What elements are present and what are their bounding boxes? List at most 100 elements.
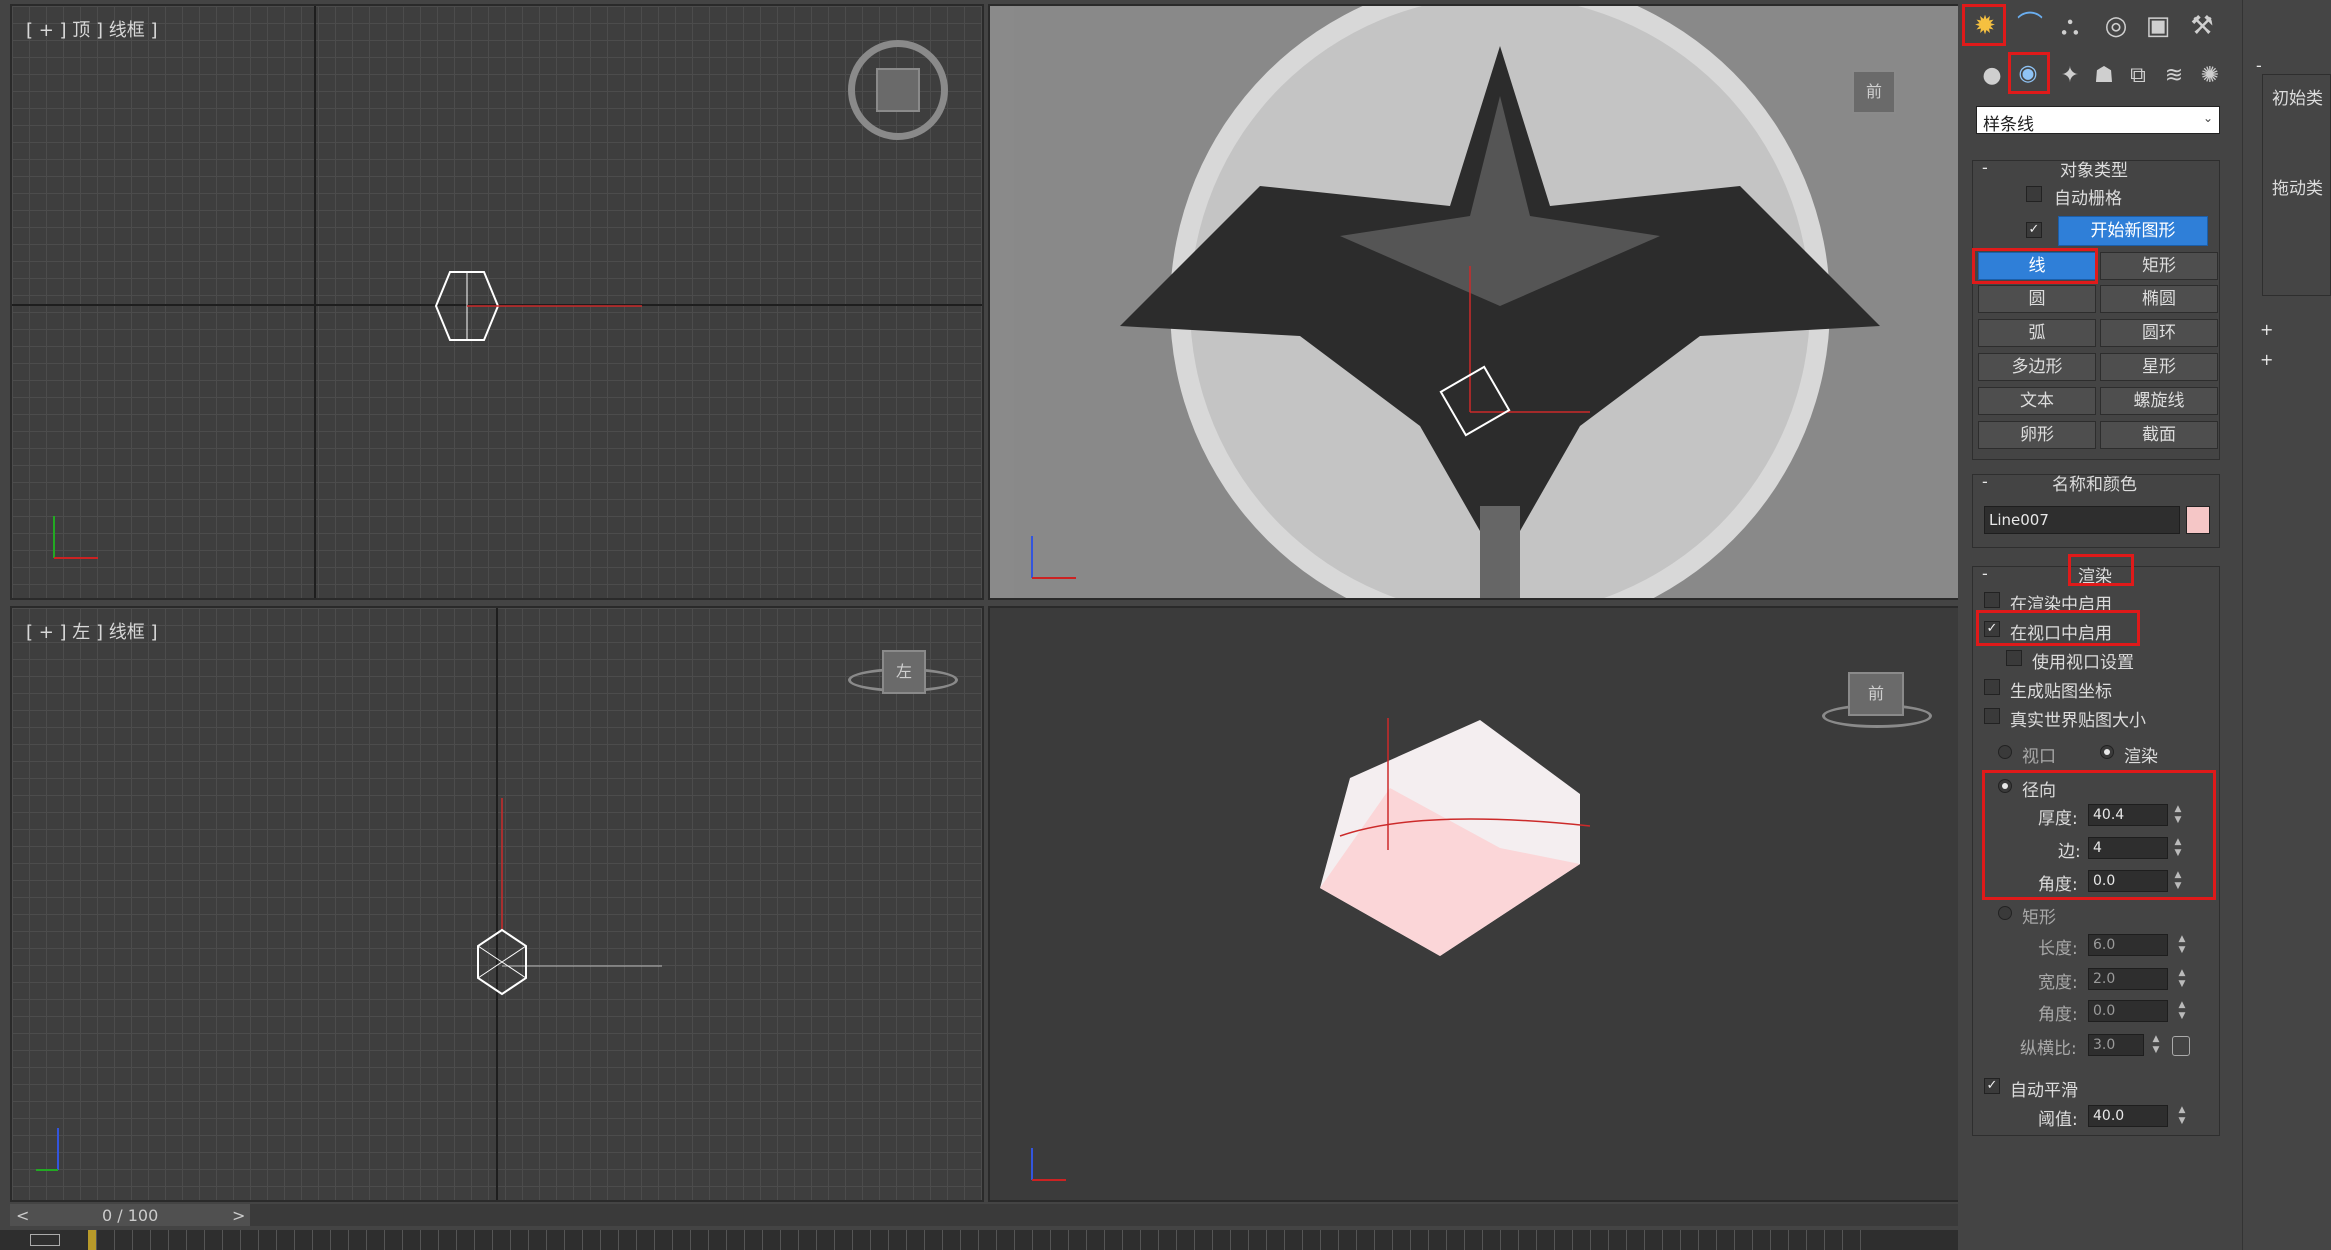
spline-gizmo-front	[1439, 266, 1590, 437]
initial-type-label: 初始类	[2272, 89, 2323, 109]
hierarchy-tab-icon[interactable]: ⛬	[2052, 8, 2088, 44]
cameras-subtab-icon[interactable]: ☗	[2086, 58, 2122, 94]
start-new-shape-button[interactable]: 开始新图形	[2058, 216, 2208, 246]
rendering-title-highlight	[2068, 554, 2134, 586]
track-ticks	[96, 1230, 1876, 1250]
length-spinner[interactable]: ▲ ▼	[2176, 934, 2188, 956]
shape-button-ellipse[interactable]: 椭圆	[2100, 285, 2218, 313]
object-type-title[interactable]: 对象类型	[2060, 156, 2128, 181]
shape-button-text[interactable]: 文本	[1978, 387, 2096, 415]
threshold-spinner[interactable]: ▲ ▼	[2176, 1105, 2188, 1127]
angle-label: 角度:	[2038, 875, 2078, 895]
shape-button-helix[interactable]: 螺旋线	[2100, 387, 2218, 415]
rollout-collapse-rendering[interactable]: -	[1982, 564, 1988, 583]
object-color-swatch[interactable]	[2186, 506, 2210, 534]
spacewarps-subtab-icon[interactable]: ≋	[2156, 58, 2192, 94]
mode-render-label: 渲染	[2124, 747, 2158, 767]
angle-spinner[interactable]: ▲ ▼	[2172, 870, 2184, 892]
aspect-label: 纵横比:	[2020, 1039, 2077, 1059]
geometry-subtab-icon[interactable]: ●	[1974, 58, 2010, 94]
viewport-perspective[interactable]: 前	[988, 606, 1960, 1202]
drag-type-label: 拖动类	[2272, 179, 2323, 199]
shape-button-star[interactable]: 星形	[2100, 353, 2218, 381]
threshold-input[interactable]: 40.0	[2088, 1105, 2168, 1127]
time-next-button[interactable]: >	[232, 1206, 245, 1225]
auto-smooth-label: 自动平滑	[2010, 1081, 2078, 1101]
viewcube-front[interactable]: 前	[1852, 70, 1896, 114]
line-button-highlight	[1972, 248, 2098, 284]
secondary-expand-2[interactable]: +	[2260, 350, 2273, 369]
auto-smooth-checkbox[interactable]: ✓	[1984, 1078, 2000, 1094]
motion-tab-icon[interactable]: ◎	[2098, 8, 2134, 44]
mode-render-radio[interactable]	[2100, 745, 2114, 759]
shape-button-rectangle[interactable]: 矩形	[2100, 252, 2218, 280]
axis-line-vertical	[314, 6, 316, 598]
modify-tab-icon[interactable]: ⌒	[2012, 8, 2048, 44]
viewport-left-label[interactable]: [ + ] 左 ] 线框 ]	[26, 618, 158, 644]
secondary-collapse[interactable]: -	[2256, 56, 2262, 75]
width-spinner[interactable]: ▲ ▼	[2176, 968, 2188, 990]
enable-in-renderer-checkbox[interactable]	[1984, 592, 2000, 608]
radial-label: 径向	[2022, 781, 2056, 801]
radial-radio[interactable]	[1998, 779, 2012, 793]
rollout-collapse-object-type[interactable]: -	[1982, 158, 1988, 177]
viewport-front[interactable]: 前	[988, 4, 1960, 600]
mode-viewport-radio[interactable]	[1998, 745, 2012, 759]
viewcube-top[interactable]	[876, 68, 920, 112]
helpers-subtab-icon[interactable]: ⧉	[2120, 58, 2156, 94]
shape-button-egg[interactable]: 卵形	[1978, 421, 2096, 449]
start-new-shape-checkbox[interactable]: ✓	[2026, 222, 2042, 238]
angle-input[interactable]: 0.0	[2088, 870, 2168, 892]
utilities-tab-icon[interactable]: ⚒	[2184, 8, 2220, 44]
gen-mapping-coords-checkbox[interactable]	[1984, 679, 2000, 695]
aspect-spinner[interactable]: ▲ ▼	[2150, 1034, 2162, 1056]
rollout-collapse-name-color[interactable]: -	[1982, 472, 1988, 491]
shape-button-circle[interactable]: 圆	[1978, 285, 2096, 313]
time-prev-button[interactable]: <	[16, 1206, 29, 1225]
viewport-top[interactable]: [ + ] 顶 ] 线框 ]	[10, 4, 984, 600]
rect-angle-spinner[interactable]: ▲ ▼	[2176, 1000, 2188, 1022]
rect-angle-input[interactable]: 0.0	[2088, 1000, 2168, 1022]
viewcube-left[interactable]: 左	[882, 650, 926, 694]
sides-input[interactable]: 4	[2088, 837, 2168, 859]
secondary-expand-1[interactable]: +	[2260, 320, 2273, 339]
shape-button-arc[interactable]: 弧	[1978, 319, 2096, 347]
display-tab-icon[interactable]: ▣	[2140, 8, 2176, 44]
time-slider[interactable]: < 0 / 100 >	[10, 1204, 1960, 1226]
width-input[interactable]: 2.0	[2088, 968, 2168, 990]
viewcube-perspective[interactable]: 前	[1848, 672, 1904, 716]
thickness-spinner[interactable]: ▲ ▼	[2172, 804, 2184, 826]
length-label: 长度:	[2038, 939, 2078, 959]
autogrid-checkbox[interactable]	[2026, 186, 2042, 202]
viewport-left[interactable]: [ + ] 左 ] 线框 ] 左	[10, 606, 984, 1202]
aspect-input[interactable]: 3.0	[2088, 1034, 2144, 1056]
shape-button-ngon[interactable]: 多边形	[1978, 353, 2096, 381]
enable-in-viewport-highlight	[1976, 610, 2140, 646]
name-color-title[interactable]: 名称和颜色	[2052, 470, 2137, 495]
world-axis-perspective	[1031, 1148, 1066, 1181]
systems-subtab-icon[interactable]: ✺	[2192, 58, 2228, 94]
sides-spinner[interactable]: ▲ ▼	[2172, 837, 2184, 859]
lock-aspect-icon[interactable]	[2172, 1036, 2190, 1056]
category-dropdown[interactable]: 样条线 ⌄	[1976, 106, 2220, 135]
real-world-map-size-label: 真实世界贴图大小	[2010, 711, 2146, 731]
use-viewport-settings-checkbox[interactable]	[2006, 650, 2022, 666]
length-input[interactable]: 6.0	[2088, 934, 2168, 956]
viewport-top-label[interactable]: [ + ] 顶 ] 线框 ]	[26, 16, 158, 42]
rectangular-label: 矩形	[2022, 908, 2056, 928]
lights-subtab-icon[interactable]: ✦	[2052, 58, 2088, 94]
rectangular-radio[interactable]	[1998, 906, 2012, 920]
thickness-input[interactable]: 40.4	[2088, 804, 2168, 826]
shape-button-section[interactable]: 截面	[2100, 421, 2218, 449]
sides-label: 边:	[2058, 842, 2081, 862]
shape-button-donut[interactable]: 圆环	[2100, 319, 2218, 347]
shapes-subtab-highlight	[2008, 52, 2050, 94]
threshold-label: 阈值:	[2038, 1110, 2078, 1130]
track-bar-toggle-icon[interactable]	[30, 1234, 60, 1246]
object-name-input[interactable]: Line007	[1984, 506, 2180, 534]
spline-gizmo-top	[434, 271, 642, 341]
real-world-map-size-checkbox[interactable]	[1984, 708, 2000, 724]
category-dropdown-value: 样条线	[1983, 115, 2034, 135]
width-label: 宽度:	[2038, 973, 2078, 993]
time-marker[interactable]	[88, 1230, 96, 1250]
